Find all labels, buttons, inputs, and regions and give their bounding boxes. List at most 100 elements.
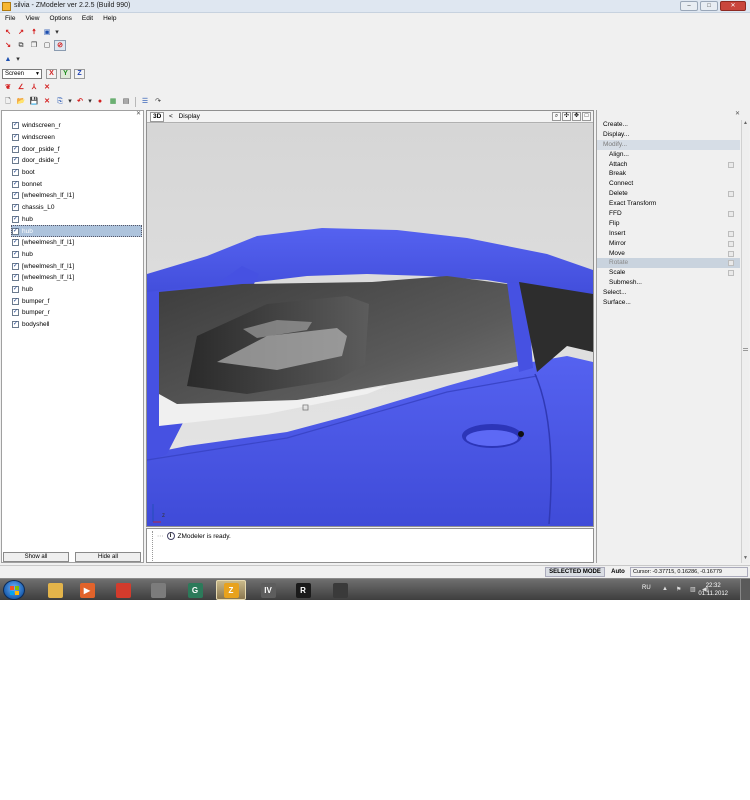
object-list-item[interactable]: ✓ windscreen_r (12, 120, 142, 132)
command-options-button[interactable] (728, 161, 734, 168)
show-all-button[interactable]: Show all (3, 552, 69, 562)
visibility-checkbox[interactable]: ✓ (12, 309, 19, 317)
visibility-checkbox[interactable]: ✓ (12, 122, 19, 130)
ignore-backfaces-icon[interactable]: ⊘ (54, 40, 66, 51)
viewport-display-menu[interactable]: < Display (169, 113, 200, 120)
object-list-item[interactable]: ✓ hub (11, 225, 142, 237)
taskbar-app[interactable]: Z (216, 580, 246, 600)
command-exact-transform[interactable]: Exact Transform (597, 199, 740, 209)
object-list-item[interactable]: ✓ bonnet (12, 178, 142, 190)
command-modify[interactable]: Modify... (597, 139, 740, 150)
pan-icon[interactable]: ✥ (572, 112, 581, 121)
angle-tool-icon[interactable]: ∠ (15, 82, 27, 93)
redo-icon[interactable]: ↷ (152, 96, 164, 107)
visibility-checkbox[interactable]: ✓ (12, 262, 19, 270)
select-filter-icon[interactable]: ▣ (41, 27, 53, 38)
visibility-checkbox[interactable]: ✓ (12, 239, 19, 247)
object-list-item[interactable]: ✓ bumper_f (12, 295, 142, 307)
command-connect[interactable]: Connect (597, 179, 740, 189)
menu-file[interactable]: File (5, 13, 15, 24)
axis-x-toggle[interactable]: X (46, 68, 57, 79)
command-options-button[interactable] (728, 250, 734, 257)
import-icon[interactable]: ⎘ (54, 96, 66, 107)
command-insert[interactable]: Insert (597, 229, 740, 239)
visibility-checkbox[interactable]: ✓ (12, 204, 19, 212)
viewport-3d[interactable]: 3D < Display ⌕ ✣ ✥ □ (146, 110, 594, 527)
command-options-button[interactable] (728, 240, 734, 247)
tray-clock[interactable]: 22:32 01.11.2012 (698, 582, 728, 598)
object-list-item[interactable]: ✓ windscreen (12, 132, 142, 144)
select-region-icon[interactable]: ↗ (15, 27, 27, 38)
auto-mode-toggle[interactable]: Auto (607, 567, 629, 577)
undo-icon[interactable]: ↶ (74, 96, 86, 107)
taskbar-app[interactable]: R (288, 580, 318, 600)
scroll-grip[interactable] (743, 348, 748, 351)
properties-icon[interactable]: ☰ (139, 96, 151, 107)
taskbar-app[interactable] (325, 580, 355, 600)
close-file-icon[interactable]: ✕ (41, 96, 53, 107)
snap-tool-icon[interactable]: ❦ (2, 82, 14, 93)
command-options-button[interactable] (728, 191, 734, 198)
visibility-checkbox[interactable]: ✓ (12, 227, 19, 235)
save-file-icon[interactable]: 💾 (28, 96, 40, 107)
command-mirror[interactable]: Mirror (597, 239, 740, 249)
commands-scrollbar[interactable]: ▲ ▼ (741, 120, 749, 563)
select-filter-dropdown-icon[interactable]: ▾ (54, 27, 60, 38)
visibility-checkbox[interactable]: ✓ (12, 192, 19, 200)
object-list-item[interactable]: ✓ bodyshell (12, 319, 142, 331)
import-dropdown-icon[interactable]: ▾ (67, 96, 73, 107)
command-rotate[interactable]: Rotate (597, 258, 740, 269)
window-select-icon[interactable]: ▢ (41, 40, 53, 51)
visibility-checkbox[interactable]: ✓ (12, 274, 19, 282)
object-list-item[interactable]: ✓ bumper_r (12, 307, 142, 319)
start-button[interactable] (3, 580, 25, 600)
pivot-tool-icon[interactable]: ✕ (41, 82, 53, 93)
command-options-button[interactable] (728, 260, 734, 267)
command-surface[interactable]: Surface... (597, 298, 740, 308)
minimize-button[interactable]: – (680, 1, 698, 11)
taskbar-app[interactable] (108, 580, 138, 600)
command-create[interactable]: Create... (597, 120, 740, 130)
select-type-icon[interactable]: ↘ (2, 40, 14, 51)
visibility-checkbox[interactable]: ✓ (12, 321, 19, 329)
taskbar-app[interactable]: G (180, 580, 210, 600)
command-flip[interactable]: Flip (597, 219, 740, 229)
command-select[interactable]: Select... (597, 288, 740, 298)
visibility-checkbox[interactable]: ✓ (12, 297, 19, 305)
tray-expand-icon[interactable]: ▲ (662, 586, 668, 592)
command-options-button[interactable] (728, 230, 734, 237)
command-attach[interactable]: Attach (597, 160, 740, 170)
menu-options[interactable]: Options (49, 13, 71, 24)
language-indicator[interactable]: RU (642, 585, 651, 591)
scroll-down-icon[interactable]: ▼ (742, 555, 749, 563)
log-grip[interactable] (149, 531, 153, 561)
select-tool-icon[interactable]: ↖ (2, 27, 14, 38)
object-list-item[interactable]: ✓ [wheelmesh_lf_l1] (12, 272, 142, 284)
command-move[interactable]: Move (597, 249, 740, 259)
object-list-item[interactable]: ✓ door_pside_f (12, 143, 142, 155)
selection-mode-badge[interactable]: SELECTED MODE (545, 567, 605, 577)
visibility-checkbox[interactable]: ✓ (12, 169, 19, 177)
visibility-checkbox[interactable]: ✓ (12, 215, 19, 223)
taskbar-app[interactable] (143, 580, 173, 600)
taskbar-app[interactable] (40, 580, 70, 600)
menu-view[interactable]: View (25, 13, 39, 24)
command-break[interactable]: Break (597, 169, 740, 179)
taskbar-app[interactable]: ▶ (72, 580, 102, 600)
menu-help[interactable]: Help (103, 13, 116, 24)
object-list-item[interactable]: ✓ door_dside_f (12, 155, 142, 167)
object-list-item[interactable]: ✓ hub (12, 214, 142, 226)
visibility-checkbox[interactable]: ✓ (12, 134, 19, 142)
flag-icon[interactable]: ⚑ (676, 586, 681, 593)
render-icon[interactable]: ▦ (107, 96, 119, 107)
command-ffd[interactable]: FFD (597, 209, 740, 219)
close-icon[interactable]: ✕ (735, 110, 740, 117)
scroll-up-icon[interactable]: ▲ (742, 120, 749, 128)
command-align[interactable]: Align... (597, 150, 740, 160)
material-drop-icon[interactable]: ▲ (2, 54, 14, 65)
maximize-viewport-icon[interactable]: □ (582, 112, 591, 121)
show-desktop-button[interactable] (740, 579, 750, 600)
axis-z-toggle[interactable]: Z (74, 68, 85, 79)
visibility-checkbox[interactable]: ✓ (12, 145, 19, 153)
command-submesh[interactable]: Submesh... (597, 278, 740, 288)
